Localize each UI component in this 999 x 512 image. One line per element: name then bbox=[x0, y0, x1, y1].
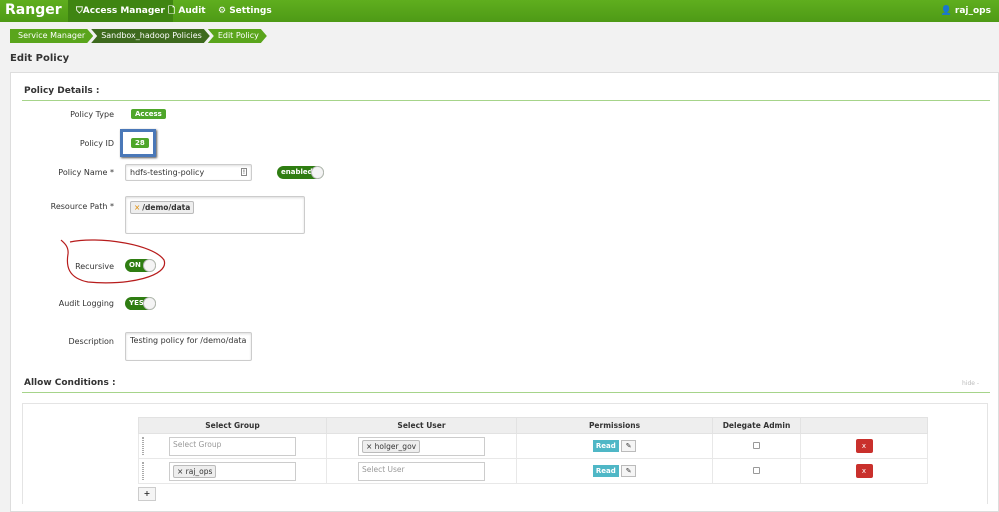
description-textarea[interactable]: Testing policy for /demo/data bbox=[125, 332, 252, 361]
breadcrumb-edit-policy: Edit Policy bbox=[208, 29, 267, 43]
delegate-admin-checkbox[interactable] bbox=[753, 441, 760, 449]
add-row-button[interactable]: + bbox=[138, 487, 156, 501]
group-tag: × raj_ops bbox=[173, 464, 217, 478]
user-tag: × holger_gov bbox=[362, 439, 421, 453]
delegate-admin-checkbox[interactable] bbox=[753, 466, 760, 474]
policy-details-header: Policy Details : bbox=[24, 86, 100, 96]
policy-type-badge: Access bbox=[131, 109, 166, 119]
user-menu[interactable]: 👤 raj_ops bbox=[933, 0, 999, 22]
resource-path-input[interactable]: ×/demo/data bbox=[125, 196, 305, 234]
gear-icon: ⚙ bbox=[218, 6, 230, 16]
edit-permission-button[interactable]: ✎ bbox=[621, 440, 637, 452]
file-icon: 🗋 bbox=[168, 6, 179, 16]
info-icon: ! bbox=[241, 168, 247, 176]
drag-handle[interactable] bbox=[142, 462, 144, 480]
edit-permission-button[interactable]: ✎ bbox=[621, 465, 637, 477]
col-permissions: Permissions bbox=[516, 417, 713, 434]
divider bbox=[22, 392, 990, 393]
col-select-user: Select User bbox=[326, 417, 517, 434]
permission-badge: Read bbox=[592, 440, 619, 452]
allow-table: Select Group Select User Permissions Delega… bbox=[138, 417, 928, 484]
divider bbox=[22, 100, 990, 101]
remove-icon[interactable]: × bbox=[134, 203, 140, 212]
pencil-icon: ✎ bbox=[625, 467, 632, 475]
table-row: Select Group × holger_gov Read ✎ x bbox=[138, 433, 928, 459]
allow-conditions-header: Allow Conditions : bbox=[24, 378, 116, 388]
page-title: Edit Policy bbox=[10, 53, 70, 64]
policy-type-label: Policy Type bbox=[70, 110, 114, 119]
annotation-circle bbox=[60, 239, 166, 284]
nav-settings[interactable]: ⚙ Settings bbox=[210, 0, 280, 22]
delete-row-button[interactable]: x bbox=[855, 439, 873, 453]
user-icon: 👤 bbox=[940, 6, 955, 16]
user-select[interactable]: Select User bbox=[358, 461, 485, 481]
nav-access-manager[interactable]: ⛉Access Manager bbox=[68, 0, 173, 22]
enabled-toggle[interactable]: enabled bbox=[277, 166, 324, 179]
group-select[interactable]: × raj_ops bbox=[169, 461, 296, 481]
toggle-knob bbox=[143, 297, 156, 310]
policy-name-label: Policy Name * bbox=[58, 168, 114, 177]
col-select-group: Select Group bbox=[138, 417, 327, 434]
resource-path-label: Resource Path * bbox=[50, 202, 114, 211]
top-nav: Ranger ⛉Access Manager 🗋 Audit ⚙ Setting… bbox=[0, 0, 999, 22]
policy-name-input[interactable]: hdfs-testing-policy! bbox=[125, 164, 252, 181]
toggle-knob bbox=[311, 166, 324, 179]
brand-logo[interactable]: Ranger bbox=[5, 2, 62, 18]
col-delegate-admin: Delegate Admin bbox=[712, 417, 801, 434]
group-select[interactable]: Select Group bbox=[169, 436, 296, 456]
audit-toggle[interactable]: YES bbox=[125, 297, 156, 310]
delete-row-button[interactable]: x bbox=[855, 464, 873, 478]
breadcrumb: Service Manager Sandbox_hadoop Policies … bbox=[10, 29, 265, 43]
nav-audit[interactable]: 🗋 Audit bbox=[160, 0, 214, 22]
breadcrumb-service-manager[interactable]: Service Manager bbox=[10, 29, 93, 43]
policy-id-badge: 28 bbox=[131, 138, 149, 148]
policy-id-label: Policy ID bbox=[79, 139, 114, 148]
audit-logging-label: Audit Logging bbox=[58, 299, 114, 308]
user-select[interactable]: × holger_gov bbox=[358, 436, 485, 456]
hide-link[interactable]: hide - bbox=[962, 380, 979, 387]
description-label: Description bbox=[68, 337, 114, 346]
drag-handle[interactable] bbox=[142, 437, 144, 455]
permission-badge: Read bbox=[592, 465, 619, 477]
breadcrumb-policies[interactable]: Sandbox_hadoop Policies bbox=[91, 29, 210, 43]
resource-tag: ×/demo/data bbox=[130, 201, 195, 214]
table-row: × raj_ops Select User Read ✎ x bbox=[138, 458, 928, 484]
pencil-icon: ✎ bbox=[625, 442, 632, 450]
shield-icon: ⛉ bbox=[76, 6, 83, 16]
